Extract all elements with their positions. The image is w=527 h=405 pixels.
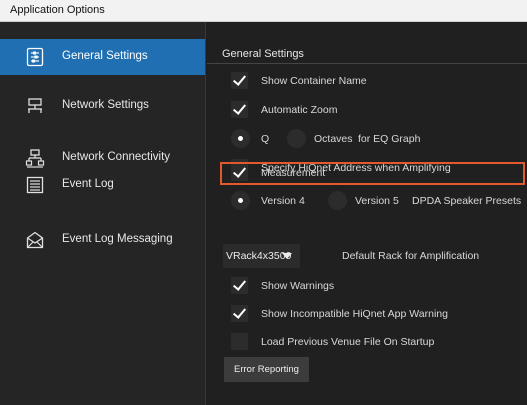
version-5-radio[interactable] (328, 191, 347, 210)
octaves-radio[interactable] (287, 129, 306, 148)
measurement-label: Measurement (261, 167, 326, 179)
automatic-zoom-label: Automatic Zoom (261, 104, 338, 116)
title-bar: Application Options (0, 0, 527, 22)
version-5-label: Version 5 (355, 195, 399, 207)
application-options-window: Application Options General Settings Net… (0, 0, 527, 405)
list-icon (25, 175, 45, 195)
incompatible-warning-checkbox[interactable] (231, 305, 248, 322)
version-4-radio[interactable] (231, 191, 250, 210)
section-divider (207, 63, 527, 64)
sidebar: General Settings Network Settings Networ… (0, 22, 206, 405)
load-previous-venue-option[interactable]: Load Previous Venue File On Startup (231, 331, 525, 353)
show-warnings-option[interactable]: Show Warnings (231, 275, 525, 297)
settings-panel-icon (25, 47, 45, 67)
automatic-zoom-option[interactable]: Automatic Zoom (231, 99, 525, 121)
window-title: Application Options (10, 4, 105, 16)
section-title: General Settings (222, 48, 304, 60)
show-container-name-option[interactable]: Show Container Name (231, 70, 525, 92)
general-settings-panel: General Settings Show Container Name Aut… (207, 22, 527, 405)
chevron-down-icon (282, 253, 292, 259)
default-rack-label: Default Rack for Amplification (342, 250, 480, 262)
sidebar-item-network-settings[interactable]: Network Settings (0, 88, 205, 124)
network-icon (25, 96, 45, 116)
load-previous-venue-checkbox[interactable] (231, 333, 248, 350)
speaker-presets-label: DPDA Speaker Presets (412, 195, 522, 207)
sidebar-item-general-settings[interactable]: General Settings (0, 39, 205, 75)
sidebar-item-label: Network Connectivity (62, 151, 171, 163)
error-reporting-button[interactable]: Error Reporting (224, 357, 309, 382)
sidebar-item-label: Event Log (62, 178, 114, 190)
show-warnings-checkbox[interactable] (231, 277, 248, 294)
q-radio[interactable] (231, 129, 250, 148)
speaker-presets-option: Version 4 Version 5 DPDA Speaker Presets (231, 190, 525, 212)
version-4-label: Version 4 (261, 195, 305, 207)
octaves-radio-label: Octaves (314, 133, 353, 145)
q-radio-label: Q (261, 133, 270, 145)
sidebar-item-label: Network Settings (62, 99, 149, 111)
eq-graph-label: for EQ Graph (358, 133, 421, 145)
sidebar-item-event-log-messaging[interactable]: Event Log Messaging (0, 217, 205, 253)
sidebar-item-event-log[interactable]: Event Log (0, 165, 205, 201)
show-container-name-checkbox[interactable] (231, 72, 248, 89)
sidebar-item-label: General Settings (62, 50, 148, 62)
load-previous-venue-label: Load Previous Venue File On Startup (261, 336, 435, 348)
eq-graph-option: Q Octaves for EQ Graph (231, 128, 525, 150)
automatic-zoom-checkbox[interactable] (231, 101, 248, 118)
envelope-icon (25, 230, 45, 250)
default-rack-select[interactable]: VRack4x3500 (223, 244, 300, 268)
measurement-checkbox[interactable] (231, 164, 248, 181)
incompatible-warning-option[interactable]: Show Incompatible HiQnet App Warning (231, 303, 525, 325)
show-container-name-label: Show Container Name (261, 75, 367, 87)
show-warnings-label: Show Warnings (261, 280, 335, 292)
incompatible-warning-label: Show Incompatible HiQnet App Warning (261, 308, 448, 320)
measurement-option[interactable]: Measurement (231, 162, 525, 184)
sidebar-item-label: Event Log Messaging (62, 233, 173, 245)
